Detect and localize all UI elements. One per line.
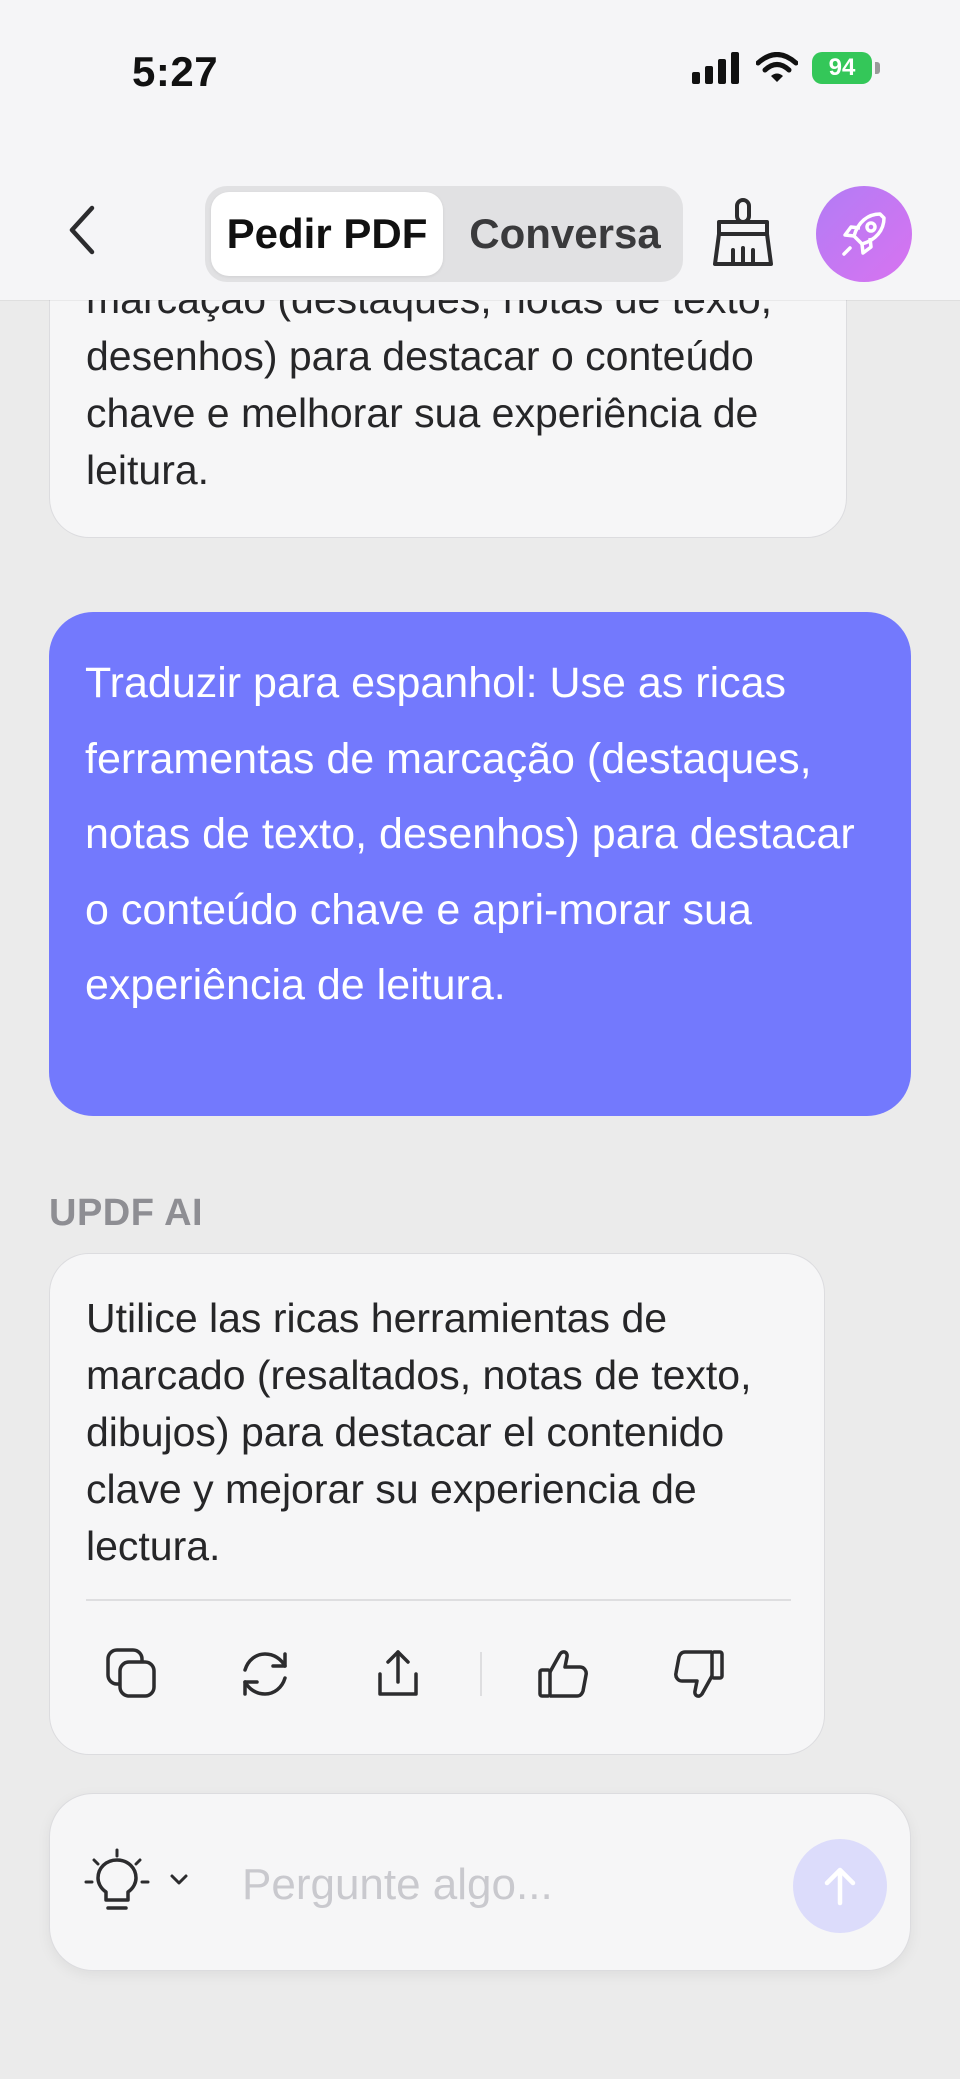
action-separator [480,1652,482,1696]
battery-charging-icon: 94 [812,52,880,84]
wifi-icon [756,52,798,82]
ai-message-text: Utilice las ricas herramientas de marcad… [86,1295,752,1569]
mode-segmented-control: Pedir PDF Conversa [205,186,683,282]
status-icons: 94 [692,52,880,84]
user-message-text: Traduzir para espanhol: Use as ricas fer… [85,659,855,1009]
prompt-suggestions-button[interactable] [82,1846,152,1916]
broom-icon [713,198,773,266]
lightbulb-icon [84,1848,150,1910]
tab-conversa[interactable]: Conversa [453,192,677,276]
battery-level: 94 [812,52,872,84]
cellular-signal-icon [692,52,739,84]
regenerate-icon [243,1652,287,1696]
chevron-down-icon[interactable] [168,1872,190,1888]
share-button[interactable] [368,1644,428,1704]
arrow-up-icon [824,1867,856,1906]
message-actions [50,1634,824,1714]
user-message: Traduzir para espanhol: Use as ricas fer… [49,612,911,1116]
rocket-icon [842,212,886,256]
ai-message: Utilice las ricas herramientas de marcad… [49,1253,825,1755]
share-icon [378,1650,418,1696]
status-time: 5:27 [132,48,219,95]
battery-nub [875,62,880,74]
ai-sender-label: UPDF AI [49,1192,204,1234]
message-composer [49,1793,911,1971]
regenerate-button[interactable] [235,1644,295,1704]
copy-button[interactable] [102,1644,162,1704]
previous-ai-message-text: marcação (destaques, notas de texto, des… [86,276,772,493]
dislike-button[interactable] [668,1644,728,1704]
upgrade-button[interactable] [816,186,912,282]
chat-input[interactable] [240,1834,804,1936]
nav-bar: Pedir PDF Conversa [0,140,960,300]
like-button[interactable] [534,1644,594,1704]
chevron-left-icon [69,205,95,255]
send-button[interactable] [793,1839,887,1933]
tab-pedir-pdf[interactable]: Pedir PDF [211,192,443,276]
thumbs-up-icon [538,1650,588,1698]
thumbs-down-icon [674,1650,724,1698]
back-button[interactable] [62,200,102,260]
status-bar: 5:27 94 [0,0,960,140]
message-divider [86,1599,791,1601]
clear-chat-button[interactable] [710,198,776,268]
copy-icon [106,1648,156,1698]
